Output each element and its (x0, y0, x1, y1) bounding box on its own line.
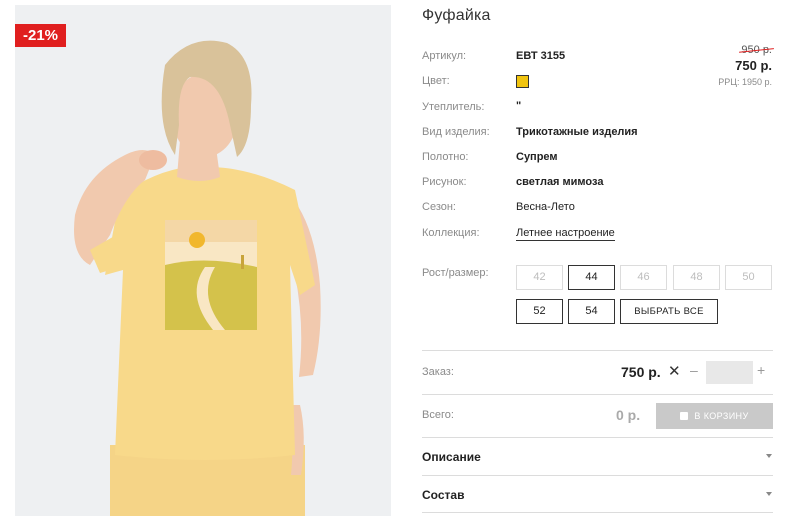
decrement-button[interactable]: – (690, 362, 698, 378)
size-option-44[interactable]: 44 (568, 265, 615, 290)
attr-label-season: Сезон: (422, 201, 456, 213)
size-option-48[interactable]: 48 (673, 265, 720, 290)
attr-label-type: Вид изделия: (422, 126, 490, 138)
order-price: 750 р. (621, 364, 661, 380)
attr-value-article: ЕВТ 3155 (516, 50, 566, 62)
model-illustration (15, 5, 391, 516)
attr-label-collection: Коллекция: (422, 227, 480, 239)
old-price: 950 р. (741, 44, 772, 56)
attr-value-season: Весна-Лето (516, 201, 575, 213)
divider (422, 437, 773, 438)
select-all-sizes-button[interactable]: ВЫБРАТЬ ВСЕ (620, 299, 718, 324)
divider (422, 350, 773, 351)
size-option-42[interactable]: 42 (516, 265, 563, 290)
size-option-50[interactable]: 50 (725, 265, 772, 290)
attr-value-type: Трикотажные изделия (516, 126, 638, 138)
accordion-composition[interactable]: Состав (422, 488, 464, 502)
increment-button[interactable]: + (757, 362, 765, 378)
collection-link[interactable]: Летнее настроение (516, 227, 615, 241)
attr-label-insulation: Утеплитель: (422, 101, 485, 113)
recommended-price: РРЦ: 1950 р. (718, 77, 772, 87)
attr-label-pattern: Рисунок: (422, 176, 467, 188)
size-option-52[interactable]: 52 (516, 299, 563, 324)
divider (422, 475, 773, 476)
shopping-bag-icon (680, 412, 689, 420)
accordion-description[interactable]: Описание (422, 450, 481, 464)
quantity-input[interactable] (706, 361, 753, 384)
color-swatch[interactable] (516, 75, 529, 88)
attr-label-fabric: Полотно: (422, 151, 469, 163)
chevron-down-icon[interactable] (766, 492, 772, 496)
add-to-cart-button[interactable]: В КОРЗИНУ (656, 403, 773, 429)
divider (422, 394, 773, 395)
current-price: 750 р. (735, 58, 772, 73)
attr-label-color: Цвет: (422, 75, 450, 87)
divider (422, 512, 773, 513)
discount-badge: -21% (15, 24, 66, 47)
size-option-46[interactable]: 46 (620, 265, 667, 290)
product-title: Фуфайка (422, 7, 491, 24)
attr-value-fabric: Супрем (516, 151, 558, 163)
size-label: Рост/размер: (422, 267, 489, 279)
order-label: Заказ: (422, 366, 454, 378)
total-value: 0 р. (616, 407, 641, 423)
attr-label-article: Артикул: (422, 50, 467, 62)
multiply-icon: ✕ (668, 363, 681, 380)
size-option-54[interactable]: 54 (568, 299, 615, 324)
attr-value-pattern: светлая мимоза (516, 176, 604, 188)
product-photo (15, 5, 391, 516)
total-label: Всего: (422, 409, 454, 421)
add-to-cart-label: В КОРЗИНУ (694, 411, 749, 421)
chevron-down-icon[interactable] (766, 454, 772, 458)
attr-value-insulation: " (516, 100, 522, 112)
